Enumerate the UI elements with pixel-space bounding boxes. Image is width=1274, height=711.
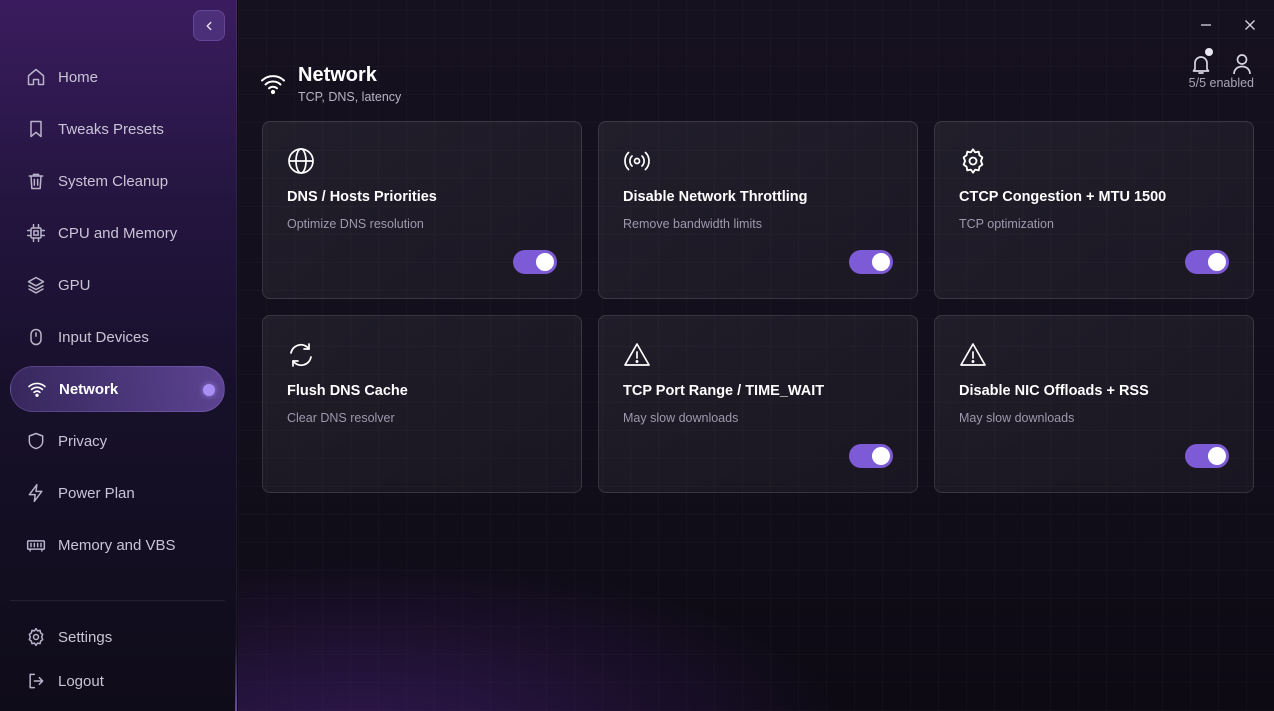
toggle-knob <box>872 447 890 465</box>
tweak-card-flush-dns-cache[interactable]: Flush DNS Cache Clear DNS resolver <box>262 315 582 493</box>
ctcp-congestion-mtu-toggle[interactable] <box>1185 250 1229 274</box>
toggle-knob <box>536 253 554 271</box>
wifi-icon <box>261 75 285 95</box>
notifications-button[interactable] <box>1189 48 1213 76</box>
active-indicator-dot <box>203 384 215 396</box>
card-title: Disable Network Throttling <box>623 189 808 205</box>
chevron-left-icon <box>206 21 212 30</box>
card-title: Flush DNS Cache <box>287 383 408 399</box>
layers-icon <box>26 275 46 295</box>
bookmark-icon <box>26 119 46 139</box>
sidebar-item-label: Input Devices <box>58 328 149 346</box>
minimize-icon <box>1201 24 1211 26</box>
globe-icon <box>288 148 314 174</box>
page-subtitle: TCP, DNS, latency <box>298 90 402 104</box>
sidebar-divider <box>10 600 225 601</box>
dns-hosts-priorities-toggle[interactable] <box>513 250 557 274</box>
sidebar-item-cpu-and-memory[interactable]: CPU and Memory <box>10 210 225 256</box>
card-description: May slow downloads <box>959 411 1075 425</box>
sidebar-item-label: GPU <box>58 276 91 294</box>
card-description: May slow downloads <box>623 411 739 425</box>
page-title: Network <box>298 64 377 86</box>
sidebar-item-settings[interactable]: Settings <box>10 614 225 660</box>
disable-nic-offloads-toggle[interactable] <box>1185 444 1229 468</box>
warning-icon <box>960 343 986 366</box>
mouse-icon <box>26 327 46 347</box>
sidebar-item-label: Logout <box>58 672 104 690</box>
gear-icon <box>26 627 46 647</box>
sidebar-item-label: Privacy <box>58 432 108 450</box>
card-description: Clear DNS resolver <box>287 411 395 425</box>
card-title: Disable NIC Offloads + RSS <box>959 383 1149 399</box>
sidebar-item-label: CPU and Memory <box>58 224 178 242</box>
notification-badge <box>1205 48 1213 56</box>
disable-network-throttling-toggle[interactable] <box>849 250 893 274</box>
broadcast-icon <box>624 151 650 171</box>
sidebar-item-label: Settings <box>58 628 113 646</box>
sidebar-item-network[interactable]: Network <box>10 366 225 412</box>
wifi-icon <box>27 379 47 399</box>
refresh-icon <box>290 343 312 367</box>
main-content: Network TCP, DNS, latency 5/5 enabled DN… <box>238 0 1274 711</box>
toggle-knob <box>1208 447 1226 465</box>
close-icon <box>1245 20 1255 30</box>
user-profile-button[interactable] <box>1231 52 1253 76</box>
sidebar-item-power-plan[interactable]: Power Plan <box>10 470 225 516</box>
toggle-knob <box>872 253 890 271</box>
close-window-button[interactable] <box>1237 12 1263 38</box>
gear-icon <box>962 148 984 174</box>
home-icon <box>26 67 46 87</box>
tweak-card-dns-hosts-priorities: DNS / Hosts Priorities Optimize DNS reso… <box>262 121 582 299</box>
card-description: Optimize DNS resolution <box>287 217 424 231</box>
minimize-button[interactable] <box>1193 12 1219 38</box>
card-title: TCP Port Range / TIME_WAIT <box>623 383 825 399</box>
trash-icon <box>26 171 46 191</box>
tweak-card-ctcp-congestion-mtu: CTCP Congestion + MTU 1500 TCP optimizat… <box>934 121 1254 299</box>
tweak-card-disable-nic-offloads: Disable NIC Offloads + RSS May slow down… <box>934 315 1254 493</box>
sidebar-item-system-cleanup[interactable]: System Cleanup <box>10 158 225 204</box>
sidebar-item-label: Network <box>59 380 119 398</box>
tcp-port-range-toggle[interactable] <box>849 444 893 468</box>
lightning-icon <box>26 483 46 503</box>
sidebar-item-gpu[interactable]: GPU <box>10 262 225 308</box>
sidebar-item-tweaks-presets[interactable]: Tweaks Presets <box>10 106 225 152</box>
sidebar-item-memory-and-vbs[interactable]: Memory and VBS <box>10 522 225 568</box>
warning-icon <box>624 343 650 366</box>
shield-icon <box>26 431 46 451</box>
sidebar-item-privacy[interactable]: Privacy <box>10 418 225 464</box>
memory-icon <box>26 535 46 555</box>
enabled-count: 5/5 enabled <box>1188 76 1254 90</box>
sidebar-item-home[interactable]: Home <box>10 54 225 100</box>
sidebar-item-label: Tweaks Presets <box>58 120 164 138</box>
sidebar-item-input-devices[interactable]: Input Devices <box>10 314 225 360</box>
sidebar-item-label: System Cleanup <box>58 172 169 190</box>
collapse-sidebar-button[interactable] <box>193 10 225 41</box>
card-description: Remove bandwidth limits <box>623 217 762 231</box>
toggle-knob <box>1208 253 1226 271</box>
card-title: CTCP Congestion + MTU 1500 <box>959 189 1167 205</box>
card-title: DNS / Hosts Priorities <box>287 189 437 205</box>
logout-icon <box>26 671 46 691</box>
sidebar-item-label: Home <box>58 68 99 86</box>
card-description: TCP optimization <box>959 217 1054 231</box>
user-icon <box>1233 54 1251 75</box>
sidebar-item-logout[interactable]: Logout <box>10 658 225 704</box>
sidebar-item-label: Memory and VBS <box>58 536 176 554</box>
cpu-icon <box>26 223 46 243</box>
sidebar: Home Tweaks Presets System Cleanup CPU a… <box>0 0 237 711</box>
sidebar-item-label: Power Plan <box>58 484 135 502</box>
tweak-card-tcp-port-range: TCP Port Range / TIME_WAIT May slow down… <box>598 315 918 493</box>
tweak-card-disable-network-throttling: Disable Network Throttling Remove bandwi… <box>598 121 918 299</box>
